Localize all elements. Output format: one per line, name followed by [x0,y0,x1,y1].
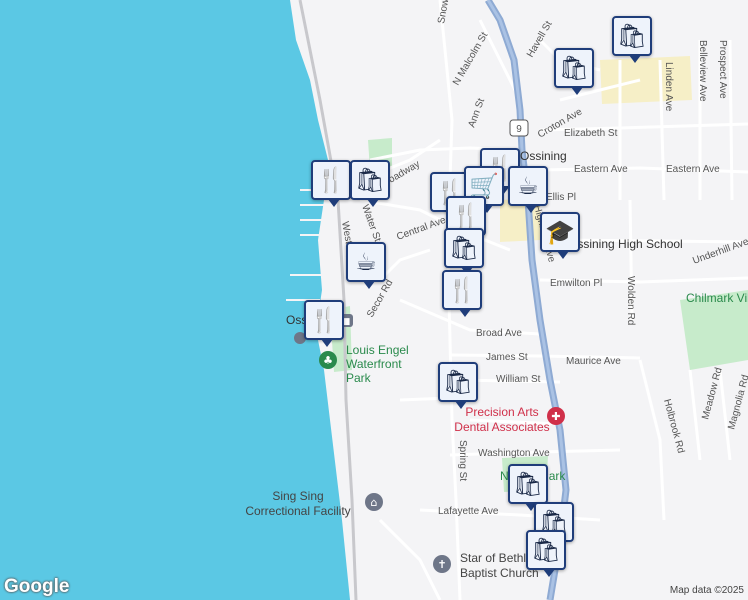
downtown-area [600,56,692,104]
marker-shopping-icon[interactable]: 🛍 [508,464,548,511]
street-belleview: Belleview Ave [697,40,708,102]
marker-shopping-icon[interactable]: 🛍 [438,362,478,409]
street-meadow: Meadow Rd [700,366,724,420]
street-emwilton: Emwilton Pl [550,278,602,289]
street-prospect: Prospect Ave [717,40,728,99]
map-canvas[interactable]: 9 Snowden Ave N Malcolm St Havell St Ann… [0,0,748,600]
route-9-shield: 9 [509,119,529,137]
place-ossining: Ossining [520,149,567,163]
poi-label-line-1: Sing Sing [272,489,323,503]
route-9-number: 9 [516,124,522,135]
street-snowden: Snowden Ave [436,0,457,25]
church-cross-icon: ✝ [437,558,446,571]
street-spring: Spring St [457,440,468,481]
marker-cafe-icon[interactable]: ☕ [346,242,386,289]
google-logo: Google [4,576,70,597]
poi-louis-engel-park[interactable]: ♣ Louis Engel Waterfront Park [319,343,409,385]
street-magnolia: Magnolia Rd [726,374,748,431]
government-building-icon: ⌂ [371,496,378,509]
marker-restaurant-icon[interactable]: 🍴 [311,160,351,207]
poi-label-line-2: Waterfront [346,357,402,371]
place-high-school: Ossining High School [568,237,683,251]
place-chilmark: Chilmark Village Park [686,291,748,305]
street-james: James St [486,352,528,363]
street-holbrook: Holbrook Rd [661,398,686,455]
marker-school-icon[interactable]: 🎓 [540,212,580,259]
poi-label-line-2: Correctional Facility [245,504,350,518]
medical-cross-icon: ✚ [551,410,560,423]
street-wolden: Wolden Rd [625,276,636,325]
street-central: Central Ave [395,215,448,243]
marker-shopping-icon[interactable]: 🛍 [350,160,390,207]
street-linden: Linden Ave [663,62,674,112]
street-n-malcolm: N Malcolm St [451,30,490,87]
marker-restaurant-icon[interactable]: 🍴 [442,270,482,317]
tree-icon: ♣ [323,354,333,367]
street-washington: Washington Ave [478,448,550,459]
street-water: Water St [359,203,383,243]
marker-shopping-icon[interactable]: 🛍 [612,16,652,63]
marker-shopping-icon[interactable]: 🛍 [444,228,484,275]
street-ellis: Ellis Pl [546,192,576,203]
street-eastern-2: Eastern Ave [666,164,720,175]
poi-label-line-1: Louis Engel [346,343,409,357]
poi-label-line-2: Dental Associates [454,420,549,434]
map-attribution[interactable]: Map data ©2025 [670,585,744,596]
street-maurice: Maurice Ave [566,356,621,367]
street-broad: Broad Ave [476,328,522,339]
marker-shopping-icon[interactable]: 🛍 [554,48,594,95]
street-eastern-1: Eastern Ave [574,164,628,175]
marker-cafe-icon[interactable]: ☕ [508,166,548,213]
street-lafayette: Lafayette Ave [438,506,499,517]
street-elizabeth: Elizabeth St [564,128,618,139]
marker-shopping-icon[interactable]: 🛍 [526,530,566,577]
poi-label-line-3: Park [346,371,372,385]
poi-label-line-1: Precision Arts [465,405,538,419]
street-havell: Havell St [525,19,555,59]
poi-precision-arts[interactable]: ✚ Precision Arts Dental Associates [454,405,565,434]
street-william: William St [496,374,541,385]
street-ann: Ann St [466,97,487,129]
marker-restaurant-icon[interactable]: 🍴 [304,300,344,347]
